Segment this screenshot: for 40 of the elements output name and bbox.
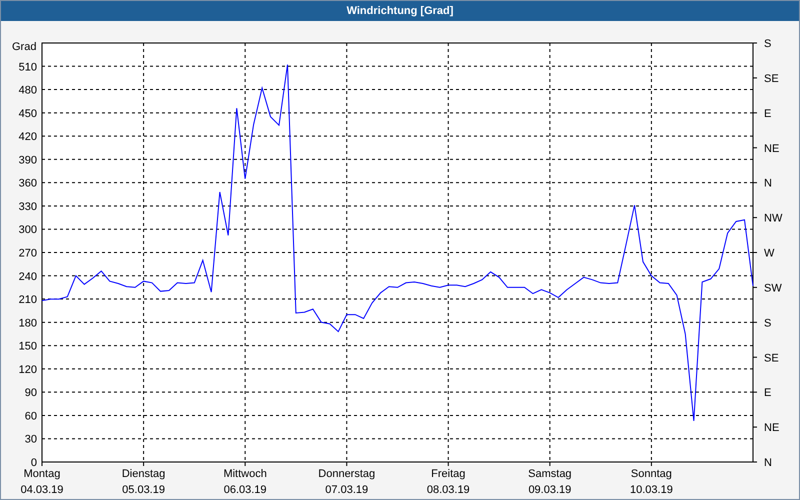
- y-tick-label: 150: [18, 340, 37, 353]
- x-tick-label: Sonntag 10.03.19: [630, 468, 673, 496]
- direction-label: S: [764, 317, 772, 330]
- y-tick-label: 240: [18, 270, 37, 283]
- x-tick-label: Donnerstag 07.03.19: [318, 468, 376, 496]
- y-tick-label: 510: [18, 61, 37, 74]
- y-tick-label: 300: [18, 224, 37, 236]
- y-tick-label: 480: [18, 84, 37, 97]
- y-tick-label: 30: [24, 434, 37, 446]
- x-tick-label: Montag 04.03.19: [20, 468, 64, 496]
- direction-label: NE: [764, 142, 780, 155]
- direction-label: NW: [764, 212, 782, 225]
- direction-label: SE: [764, 352, 779, 364]
- y-tick-label: 210: [18, 294, 37, 306]
- y-tick-label: 330: [18, 200, 37, 213]
- y-tick-label: 180: [18, 317, 37, 330]
- y-tick-label: 60: [24, 410, 37, 422]
- x-tick-label: Dienstag 05.03.19: [122, 468, 166, 496]
- direction-label: N: [764, 457, 772, 469]
- window-title: Windrichtung [Grad]: [346, 5, 454, 17]
- y-tick-label: 0: [30, 457, 37, 469]
- direction-label: SE: [764, 72, 779, 85]
- y-tick-label: 90: [24, 387, 37, 400]
- x-tick-label: Freitag 08.03.19: [426, 468, 470, 496]
- direction-label: SW: [764, 282, 782, 294]
- direction-label: E: [764, 108, 772, 120]
- direction-label: N: [764, 178, 772, 190]
- direction-label: E: [764, 387, 772, 400]
- axis-title: Grad: [12, 41, 36, 53]
- direction-label: S: [764, 38, 772, 50]
- x-tick-label: Mittwoch 06.03.19: [223, 468, 267, 496]
- direction-label: W: [764, 248, 774, 260]
- y-tick-label: 420: [18, 131, 37, 144]
- y-tick-label: 270: [18, 248, 37, 260]
- y-tick-label: 120: [18, 364, 37, 376]
- y-tick-label: 450: [18, 108, 37, 120]
- y-tick-label: 390: [18, 154, 37, 166]
- direction-label: NE: [764, 422, 780, 434]
- x-tick-label: Samstag 09.03.19: [528, 468, 572, 496]
- y-tick-label: 360: [18, 178, 37, 190]
